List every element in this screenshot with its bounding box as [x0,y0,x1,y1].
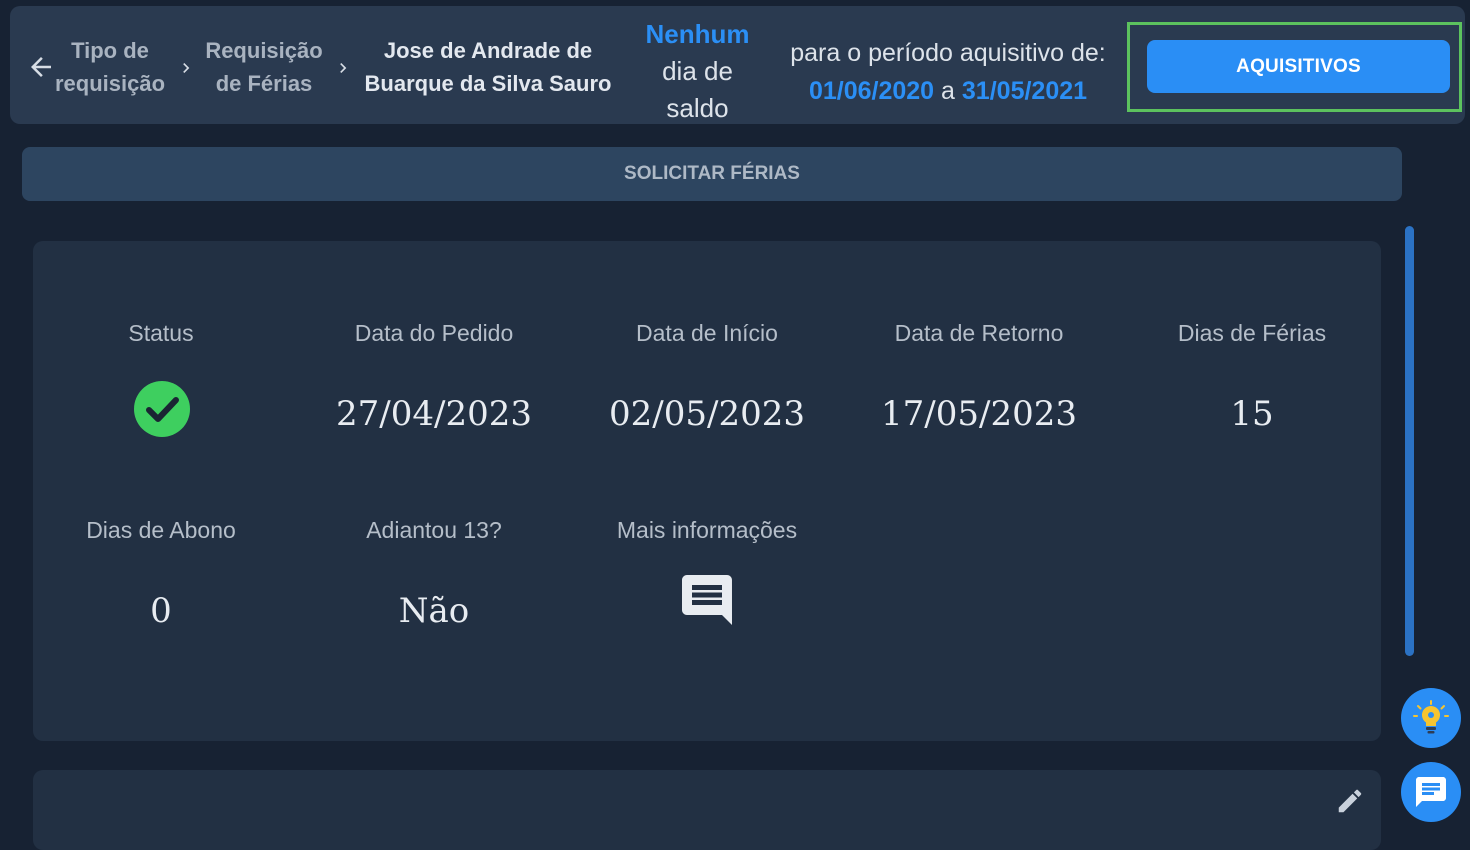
idea-button[interactable] [1401,688,1461,748]
data-retorno-value: 17/05/2023 [881,394,1077,434]
chevron-right-icon [340,63,347,73]
lightbulb-icon [1413,700,1449,734]
data-retorno-field: Data de Retorno 17/05/2023 [849,318,1109,436]
periodo-start-date: 01/06/2020 [808,77,935,105]
data-pedido-field: Data do Pedido 27/04/2023 [304,318,564,436]
breadcrumb-employee-name: Jose de Andrade de Buarque da Silva Saur… [364,38,612,96]
dias-ferias-field: Dias de Férias 15 [1122,318,1382,436]
vacation-request-card [33,241,1381,741]
data-pedido-value: 27/04/2023 [336,394,532,434]
breadcrumb-requisicao-ferias[interactable]: Requisição de Férias [196,34,332,100]
mais-informacoes-field: Mais informações [616,517,798,543]
pencil-icon[interactable] [1335,786,1365,816]
scrollbar-thumb[interactable] [1405,226,1414,656]
chat-icon [1416,777,1446,807]
comment-icon[interactable] [677,570,737,630]
status-field: Status [128,320,194,346]
data-inicio-field: Data de Início 02/05/2023 [577,318,837,436]
dias-abono-value: 0 [150,591,172,631]
adiantou-13-value: Não [398,591,470,631]
breadcrumb-tipo-requisicao[interactable]: Tipo de requisição [50,34,170,100]
chat-button[interactable] [1401,762,1461,822]
adiantou-13-field: Adiantou 13? Não [304,515,564,633]
data-inicio-value: 02/05/2023 [609,394,805,434]
chevron-right-icon [183,63,190,73]
dias-ferias-value: 15 [1230,394,1274,434]
top-bar: Tipo de requisição Requisição de Férias … [10,6,1465,124]
saldo-highlight: Nenhum [645,19,750,49]
periodo-aquisitivo: para o período aquisitivo de: 01/06/2020… [790,39,1106,105]
aquisitivos-button[interactable]: AQUISITIVOS [1147,40,1450,93]
check-circle-icon [134,381,190,437]
second-card [33,770,1381,850]
solicitar-ferias-button[interactable]: SOLICITAR FÉRIAS [22,147,1402,201]
dias-abono-field: Dias de Abono 0 [31,515,291,633]
saldo-info: Nenhum dia de saldo [630,16,765,127]
periodo-end-date: 31/05/2021 [961,77,1088,105]
